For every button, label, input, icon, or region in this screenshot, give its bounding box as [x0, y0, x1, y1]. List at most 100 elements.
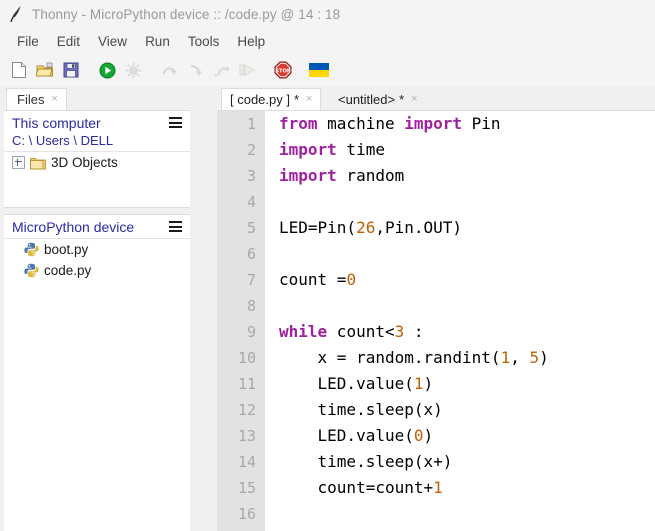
code-token: import — [404, 114, 463, 133]
folder-icon — [30, 156, 46, 170]
files-tree: This computer C: \ Users \ DELL 3D Objec… — [4, 110, 190, 531]
code-token: machine — [317, 114, 405, 133]
code-token: 1 — [433, 478, 443, 497]
code-line[interactable]: time.sleep(x) — [279, 397, 655, 423]
hamburger-icon[interactable] — [169, 117, 182, 128]
code-token: LED.value( — [279, 374, 414, 393]
code-token: time.sleep(x) — [279, 400, 443, 419]
code-line[interactable]: from machine import Pin — [279, 111, 655, 137]
code-line[interactable]: x = random.randint(1, 5) — [279, 345, 655, 371]
section-this-computer-title: This computer — [12, 115, 101, 131]
close-icon[interactable]: × — [306, 94, 312, 105]
section-this-computer-header: This computer C: \ Users \ DELL — [4, 111, 190, 152]
tab-untitled[interactable]: <untitled> * × — [329, 88, 427, 110]
code-token: time.sleep(x+) — [279, 452, 453, 471]
menu-tools[interactable]: Tools — [179, 32, 229, 51]
code-token: LED.value( — [279, 426, 414, 445]
code-token: import — [279, 140, 337, 159]
dirty-marker: * — [293, 92, 300, 107]
code-line[interactable] — [279, 293, 655, 319]
section-micropython-device-title: MicroPython device — [12, 219, 135, 235]
code-token: ,Pin.OUT) — [375, 218, 463, 237]
debug-icon — [122, 59, 144, 81]
code-line[interactable]: count=count+1 — [279, 475, 655, 501]
hamburger-icon[interactable] — [169, 221, 182, 232]
code-line[interactable]: count =0 — [279, 267, 655, 293]
line-number: 16 — [237, 505, 256, 523]
tab-files-label: Files — [17, 92, 45, 107]
close-icon[interactable]: × — [411, 94, 417, 105]
expand-icon[interactable] — [12, 156, 25, 169]
code-line[interactable]: import time — [279, 137, 655, 163]
code-token: LED=Pin( — [279, 218, 357, 237]
code-token: from — [279, 114, 318, 133]
menu-run[interactable]: Run — [136, 32, 179, 51]
code-line[interactable]: LED.value(1) — [279, 371, 655, 397]
list-item[interactable]: 3D Objects — [4, 152, 190, 173]
list-item[interactable]: boot.py — [4, 239, 190, 260]
code-token: 26 — [356, 218, 376, 237]
code-token: ) — [423, 426, 434, 445]
stop-icon[interactable]: STOP — [272, 59, 294, 81]
section-this-computer-path: C: \ Users \ DELL — [12, 133, 114, 148]
tab-code-py[interactable]: [ code.py ] * × — [221, 88, 322, 110]
list-item-label: 3D Objects — [51, 155, 118, 170]
code-token: 3 — [394, 322, 405, 341]
code-line[interactable]: import random — [279, 163, 655, 189]
list-item[interactable]: code.py — [4, 260, 190, 281]
window-title: Thonny - MicroPython device :: /code.py … — [32, 6, 341, 22]
line-number-gutter: 1 2 3 4 5 6 7 8 9 10 11 12 13 14 15 16 — [217, 111, 265, 531]
thonny-window: Thonny - MicroPython device :: /code.py … — [0, 0, 655, 531]
menu-bar: File Edit View Run Tools Help — [0, 28, 655, 54]
menu-view[interactable]: View — [89, 32, 136, 51]
code-line[interactable] — [279, 189, 655, 215]
menu-edit[interactable]: Edit — [48, 32, 89, 51]
tab-code-py-label: [ code.py ] — [230, 92, 290, 107]
code-token: count = — [279, 270, 347, 289]
code-line[interactable]: LED=Pin(26,Pin.OUT) — [279, 215, 655, 241]
toolbar: STOP — [0, 54, 655, 86]
line-number: 13 — [237, 427, 256, 445]
save-file-icon[interactable] — [60, 59, 82, 81]
svg-text:STOP: STOP — [275, 68, 291, 74]
title-bar: Thonny - MicroPython device :: /code.py … — [0, 0, 655, 28]
code-line[interactable] — [279, 241, 655, 267]
tab-files[interactable]: Files × — [6, 88, 67, 110]
menu-file[interactable]: File — [8, 32, 48, 51]
code-token: time — [336, 140, 385, 159]
code-token: random — [336, 166, 405, 185]
code-token: count=count+ — [279, 478, 434, 497]
menu-help[interactable]: Help — [228, 32, 274, 51]
code-line[interactable]: LED.value(0) — [279, 423, 655, 449]
run-icon[interactable] — [96, 59, 118, 81]
line-number: 8 — [246, 297, 256, 315]
line-number: 11 — [237, 375, 256, 393]
line-number: 2 — [246, 141, 256, 159]
step-over-icon — [158, 59, 180, 81]
open-file-icon[interactable] — [34, 59, 56, 81]
code-token: ) — [539, 348, 549, 367]
resume-icon — [236, 59, 258, 81]
code-content[interactable]: from machine import Pin import time import… — [265, 111, 655, 531]
code-editor[interactable]: 1 2 3 4 5 6 7 8 9 10 11 12 13 14 15 16 from machine imp… — [217, 110, 655, 531]
code-token: count< — [327, 322, 395, 341]
line-number: 12 — [237, 401, 256, 419]
python-file-icon — [24, 242, 39, 257]
panel-splitter[interactable] — [190, 86, 217, 531]
code-token: 1 — [500, 348, 511, 367]
files-panel: Files × This computer C: \ Users \ DELL — [0, 86, 203, 531]
code-line[interactable] — [279, 501, 655, 527]
close-icon[interactable]: × — [51, 94, 57, 105]
code-line[interactable]: while count<3 : — [279, 319, 655, 345]
line-number: 4 — [246, 193, 256, 211]
code-token: 0 — [413, 426, 424, 445]
files-panel-tabstrip: Files × — [0, 86, 190, 110]
code-token: , — [510, 348, 530, 367]
line-number: 10 — [237, 349, 256, 367]
ukraine-flag-icon[interactable] — [308, 59, 330, 81]
new-file-icon[interactable] — [8, 59, 30, 81]
code-token: 5 — [529, 348, 540, 367]
code-line[interactable]: time.sleep(x+) — [279, 449, 655, 475]
editor: [ code.py ] * × <untitled> * × 123456789… — [217, 86, 655, 531]
line-number: 15 — [237, 479, 256, 497]
